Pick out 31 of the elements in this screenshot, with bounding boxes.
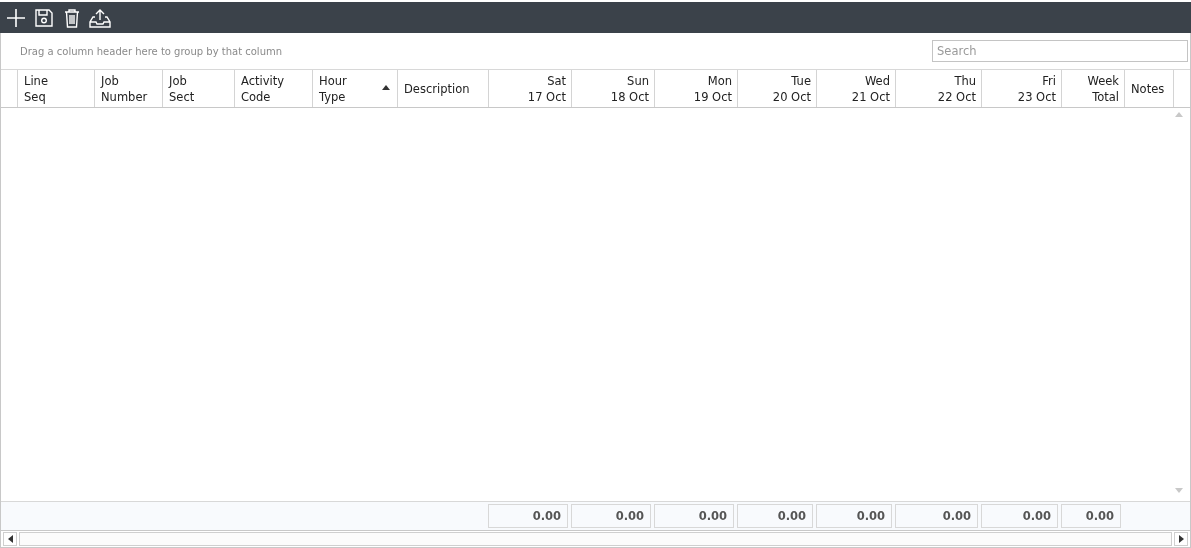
column-header[interactable]: Week Total (1061, 70, 1124, 107)
total-cell: 0.00 (737, 504, 813, 528)
group-panel-hint: Drag a column header here to group by that column (20, 45, 283, 57)
total-cell: 0.00 (488, 504, 568, 528)
column-header[interactable]: Notes (1124, 70, 1173, 107)
column-header[interactable]: Line Seq (17, 70, 94, 107)
column-header[interactable]: Wed 21 Oct (816, 70, 895, 107)
column-header[interactable]: Sun 18 Oct (571, 70, 654, 107)
column-header[interactable]: Job Number (94, 70, 162, 107)
left-triangle-icon (7, 535, 13, 543)
column-header[interactable]: Sat 17 Oct (488, 70, 571, 107)
total-cell: 0.00 (654, 504, 734, 528)
column-header[interactable]: Description (397, 70, 488, 107)
right-triangle-icon (1178, 535, 1184, 543)
column-header[interactable]: Tue 20 Oct (737, 70, 816, 107)
horizontal-scrollbar[interactable] (19, 532, 1172, 546)
column-header[interactable]: Activity Code (234, 70, 312, 107)
total-cell: 0.00 (981, 504, 1058, 528)
column-header[interactable]: Hour Type (312, 70, 397, 107)
total-cell: 0.00 (571, 504, 651, 528)
scroll-right-button[interactable] (1174, 532, 1188, 546)
column-header[interactable]: Mon 19 Oct (654, 70, 737, 107)
search-field[interactable]: Search (932, 40, 1188, 62)
total-cell: 0.00 (1061, 504, 1121, 528)
sort-ascending-icon (382, 85, 390, 90)
scroll-left-button[interactable] (3, 532, 17, 546)
column-header[interactable]: Job Sect (162, 70, 234, 107)
total-cell: 0.00 (816, 504, 892, 528)
column-header[interactable]: Fri 23 Oct (981, 70, 1061, 107)
column-header[interactable]: Thu 22 Oct (895, 70, 981, 107)
total-cell: 0.00 (895, 504, 978, 528)
